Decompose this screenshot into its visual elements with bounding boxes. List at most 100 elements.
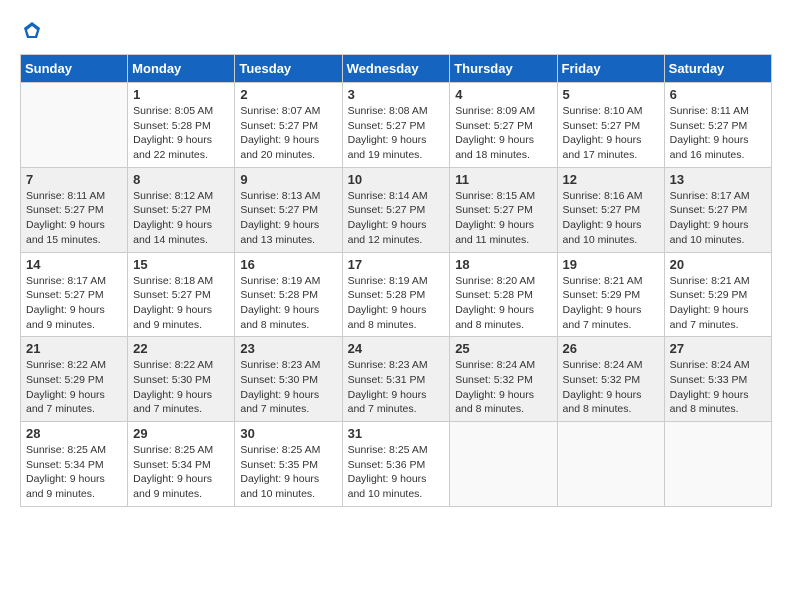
day-info: Sunrise: 8:14 AMSunset: 5:27 PMDaylight:…	[348, 189, 445, 248]
weekday-header-friday: Friday	[557, 55, 664, 83]
day-number: 25	[455, 341, 551, 356]
day-number: 8	[133, 172, 229, 187]
calendar-cell: 24Sunrise: 8:23 AMSunset: 5:31 PMDayligh…	[342, 337, 450, 422]
cell-content-day-4: 4Sunrise: 8:09 AMSunset: 5:27 PMDaylight…	[455, 87, 551, 163]
day-number: 4	[455, 87, 551, 102]
cell-content-day-20: 20Sunrise: 8:21 AMSunset: 5:29 PMDayligh…	[670, 257, 766, 333]
cell-content-day-10: 10 Sunrise: 8:14 AMSunset: 5:27 PMDayligh…	[348, 172, 445, 248]
calendar-cell: 16Sunrise: 8:19 AMSunset: 5:28 PMDayligh…	[235, 252, 342, 337]
cell-content-day-9: 9Sunrise: 8:13 AMSunset: 5:27 PMDaylight…	[240, 172, 336, 248]
day-number: 14	[26, 257, 122, 272]
day-number: 28	[26, 426, 122, 441]
calendar-cell: 23Sunrise: 8:23 AMSunset: 5:30 PMDayligh…	[235, 337, 342, 422]
cell-content-day-16: 16Sunrise: 8:19 AMSunset: 5:28 PMDayligh…	[240, 257, 336, 333]
day-number: 18	[455, 257, 551, 272]
cell-content-day-8: 8 Sunrise: 8:12 AMSunset: 5:27 PMDaylight…	[133, 172, 229, 248]
day-info: Sunrise: 8:25 AMSunset: 5:34 PMDaylight:…	[26, 443, 122, 502]
weekday-header-sunday: Sunday	[21, 55, 128, 83]
day-number: 7	[26, 172, 122, 187]
page-header	[20, 20, 772, 44]
calendar-cell: 11Sunrise: 8:15 AMSunset: 5:27 PMDayligh…	[450, 167, 557, 252]
cell-content-day-24: 24Sunrise: 8:23 AMSunset: 5:31 PMDayligh…	[348, 341, 445, 417]
day-number: 9	[240, 172, 336, 187]
day-info: Sunrise: 8:10 AMSunset: 5:27 PMDaylight:…	[563, 104, 659, 163]
calendar-cell: 27Sunrise: 8:24 AMSunset: 5:33 PMDayligh…	[664, 337, 771, 422]
day-number: 3	[348, 87, 445, 102]
day-info: Sunrise: 8:12 AMSunset: 5:27 PMDaylight:…	[133, 189, 229, 248]
calendar-cell: 20Sunrise: 8:21 AMSunset: 5:29 PMDayligh…	[664, 252, 771, 337]
cell-content-day-27: 27Sunrise: 8:24 AMSunset: 5:33 PMDayligh…	[670, 341, 766, 417]
calendar-cell: 15Sunrise: 8:18 AMSunset: 5:27 PMDayligh…	[128, 252, 235, 337]
day-info: Sunrise: 8:05 AMSunset: 5:28 PMDaylight:…	[133, 104, 229, 163]
cell-content-day-14: 14Sunrise: 8:17 AMSunset: 5:27 PMDayligh…	[26, 257, 122, 333]
day-info: Sunrise: 8:22 AMSunset: 5:30 PMDaylight:…	[133, 358, 229, 417]
day-number: 5	[563, 87, 659, 102]
day-number: 24	[348, 341, 445, 356]
weekday-header-thursday: Thursday	[450, 55, 557, 83]
day-number: 10	[348, 172, 445, 187]
day-number: 30	[240, 426, 336, 441]
day-info: Sunrise: 8:25 AMSunset: 5:34 PMDaylight:…	[133, 443, 229, 502]
day-number: 26	[563, 341, 659, 356]
day-number: 17	[348, 257, 445, 272]
calendar-cell: 9Sunrise: 8:13 AMSunset: 5:27 PMDaylight…	[235, 167, 342, 252]
day-info: Sunrise: 8:11 AMSunset: 5:27 PMDaylight:…	[26, 189, 122, 248]
calendar-cell: 12Sunrise: 8:16 AMSunset: 5:27 PMDayligh…	[557, 167, 664, 252]
cell-content-day-12: 12Sunrise: 8:16 AMSunset: 5:27 PMDayligh…	[563, 172, 659, 248]
cell-content-day-23: 23Sunrise: 8:23 AMSunset: 5:30 PMDayligh…	[240, 341, 336, 417]
calendar-cell: 8 Sunrise: 8:12 AMSunset: 5:27 PMDaylight…	[128, 167, 235, 252]
cell-content-day-29: 29 Sunrise: 8:25 AMSunset: 5:34 PMDayligh…	[133, 426, 229, 502]
cell-content-day-13: 13Sunrise: 8:17 AMSunset: 5:27 PMDayligh…	[670, 172, 766, 248]
calendar-week-row: 28 Sunrise: 8:25 AMSunset: 5:34 PMDayligh…	[21, 422, 772, 507]
day-number: 6	[670, 87, 766, 102]
calendar-cell	[557, 422, 664, 507]
weekday-header-wednesday: Wednesday	[342, 55, 450, 83]
day-number: 12	[563, 172, 659, 187]
calendar-cell: 1 Sunrise: 8:05 AMSunset: 5:28 PMDaylight…	[128, 83, 235, 168]
weekday-header-tuesday: Tuesday	[235, 55, 342, 83]
calendar-cell: 3 Sunrise: 8:08 AMSunset: 5:27 PMDaylight…	[342, 83, 450, 168]
general-blue-icon	[20, 20, 44, 44]
cell-content-day-21: 21Sunrise: 8:22 AMSunset: 5:29 PMDayligh…	[26, 341, 122, 417]
calendar-cell	[450, 422, 557, 507]
cell-content-day-6: 6 Sunrise: 8:11 AMSunset: 5:27 PMDaylight…	[670, 87, 766, 163]
day-info: Sunrise: 8:08 AMSunset: 5:27 PMDaylight:…	[348, 104, 445, 163]
calendar-cell: 19Sunrise: 8:21 AMSunset: 5:29 PMDayligh…	[557, 252, 664, 337]
calendar-week-row: 21Sunrise: 8:22 AMSunset: 5:29 PMDayligh…	[21, 337, 772, 422]
cell-content-day-11: 11Sunrise: 8:15 AMSunset: 5:27 PMDayligh…	[455, 172, 551, 248]
day-info: Sunrise: 8:24 AMSunset: 5:32 PMDaylight:…	[455, 358, 551, 417]
day-number: 31	[348, 426, 445, 441]
calendar-week-row: 1 Sunrise: 8:05 AMSunset: 5:28 PMDaylight…	[21, 83, 772, 168]
day-info: Sunrise: 8:07 AMSunset: 5:27 PMDaylight:…	[240, 104, 336, 163]
day-info: Sunrise: 8:19 AMSunset: 5:28 PMDaylight:…	[348, 274, 445, 333]
logo	[20, 20, 46, 44]
calendar-cell: 30 Sunrise: 8:25 AMSunset: 5:35 PMDayligh…	[235, 422, 342, 507]
calendar-cell	[21, 83, 128, 168]
day-number: 29	[133, 426, 229, 441]
calendar-table: SundayMondayTuesdayWednesdayThursdayFrid…	[20, 54, 772, 507]
day-number: 19	[563, 257, 659, 272]
calendar-cell: 7 Sunrise: 8:11 AMSunset: 5:27 PMDaylight…	[21, 167, 128, 252]
day-info: Sunrise: 8:24 AMSunset: 5:32 PMDaylight:…	[563, 358, 659, 417]
day-info: Sunrise: 8:15 AMSunset: 5:27 PMDaylight:…	[455, 189, 551, 248]
calendar-cell: 29 Sunrise: 8:25 AMSunset: 5:34 PMDayligh…	[128, 422, 235, 507]
day-info: Sunrise: 8:25 AMSunset: 5:36 PMDaylight:…	[348, 443, 445, 502]
cell-content-day-28: 28 Sunrise: 8:25 AMSunset: 5:34 PMDayligh…	[26, 426, 122, 502]
day-info: Sunrise: 8:11 AMSunset: 5:27 PMDaylight:…	[670, 104, 766, 163]
calendar-cell: 25 Sunrise: 8:24 AMSunset: 5:32 PMDayligh…	[450, 337, 557, 422]
day-info: Sunrise: 8:25 AMSunset: 5:35 PMDaylight:…	[240, 443, 336, 502]
cell-content-day-31: 31 Sunrise: 8:25 AMSunset: 5:36 PMDayligh…	[348, 426, 445, 502]
day-info: Sunrise: 8:17 AMSunset: 5:27 PMDaylight:…	[670, 189, 766, 248]
day-number: 1	[133, 87, 229, 102]
day-number: 20	[670, 257, 766, 272]
cell-content-day-19: 19Sunrise: 8:21 AMSunset: 5:29 PMDayligh…	[563, 257, 659, 333]
calendar-cell: 17 Sunrise: 8:19 AMSunset: 5:28 PMDayligh…	[342, 252, 450, 337]
cell-content-day-2: 2Sunrise: 8:07 AMSunset: 5:27 PMDaylight…	[240, 87, 336, 163]
day-number: 22	[133, 341, 229, 356]
calendar-cell: 21Sunrise: 8:22 AMSunset: 5:29 PMDayligh…	[21, 337, 128, 422]
day-info: Sunrise: 8:22 AMSunset: 5:29 PMDaylight:…	[26, 358, 122, 417]
cell-content-day-1: 1 Sunrise: 8:05 AMSunset: 5:28 PMDaylight…	[133, 87, 229, 163]
cell-content-day-22: 22 Sunrise: 8:22 AMSunset: 5:30 PMDayligh…	[133, 341, 229, 417]
day-number: 16	[240, 257, 336, 272]
calendar-cell: 28 Sunrise: 8:25 AMSunset: 5:34 PMDayligh…	[21, 422, 128, 507]
